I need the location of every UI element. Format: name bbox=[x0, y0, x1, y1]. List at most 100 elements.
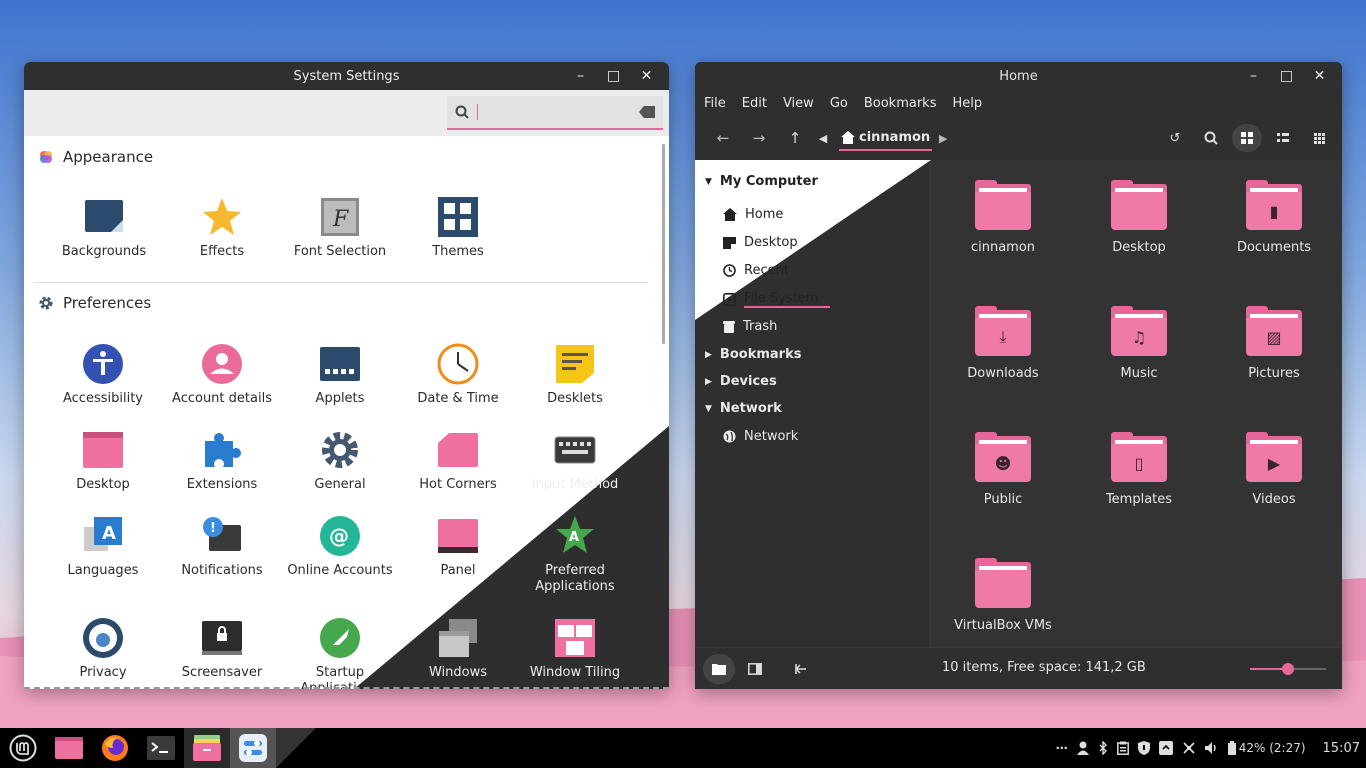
item-preferred-applications[interactable]: A Preferred Applications bbox=[516, 515, 634, 595]
folder-item[interactable]: ♫ Music bbox=[1079, 306, 1199, 381]
update-manager-icon[interactable] bbox=[1158, 741, 1173, 755]
menu-file[interactable]: File bbox=[704, 96, 726, 111]
item-desktop[interactable]: Desktop bbox=[44, 429, 162, 493]
item-applets[interactable]: Applets bbox=[281, 343, 399, 407]
firefox-launcher[interactable] bbox=[92, 728, 138, 768]
search-input[interactable] bbox=[447, 96, 663, 130]
sidebar-item-network[interactable]: Network bbox=[723, 429, 798, 444]
item-desklets[interactable]: Desklets bbox=[516, 343, 634, 407]
maximize-icon[interactable]: □ bbox=[597, 68, 630, 84]
user-icon[interactable] bbox=[1076, 741, 1089, 755]
item-windows[interactable]: Windows bbox=[399, 617, 517, 681]
sidebar-item-recent[interactable]: Recent bbox=[723, 263, 789, 278]
item-privacy[interactable]: Privacy bbox=[44, 617, 162, 681]
clear-search-icon[interactable] bbox=[639, 106, 655, 118]
minimize-icon[interactable]: – bbox=[564, 68, 597, 84]
files-titlebar[interactable]: Home – □ ✕ bbox=[695, 62, 1342, 90]
item-themes[interactable]: Themes bbox=[399, 196, 517, 260]
globe-icon bbox=[723, 430, 736, 443]
item-notifications[interactable]: ! Notifications bbox=[163, 515, 281, 579]
item-general[interactable]: General bbox=[281, 429, 399, 493]
item-panel[interactable]: Panel bbox=[399, 515, 517, 579]
menu-go[interactable]: Go bbox=[830, 96, 848, 111]
sidebar-bookmarks[interactable]: ▶ Bookmarks bbox=[705, 347, 801, 362]
folder-item[interactable]: VirtualBox VMs bbox=[943, 558, 1063, 633]
toggle-location-icon[interactable]: ↺ bbox=[1160, 124, 1190, 152]
item-label: Languages bbox=[67, 563, 139, 578]
minimize-icon[interactable]: – bbox=[1237, 68, 1270, 84]
menu-bookmarks[interactable]: Bookmarks bbox=[864, 96, 937, 111]
item-startup-applications[interactable]: Startup Applications bbox=[281, 617, 399, 689]
item-languages[interactable]: A Languages bbox=[44, 515, 162, 579]
crumb-right-icon[interactable]: ▶ bbox=[932, 132, 954, 145]
settings-titlebar[interactable]: System Settings – □ ✕ bbox=[24, 62, 669, 90]
list-view-icon[interactable] bbox=[1268, 124, 1298, 152]
folder-item[interactable]: ⤓ Downloads bbox=[943, 306, 1063, 381]
battery-indicator[interactable]: 42% (2:27) bbox=[1227, 741, 1306, 755]
item-extensions[interactable]: Extensions bbox=[163, 429, 281, 493]
item-accessibility[interactable]: Accessibility bbox=[44, 343, 162, 407]
item-effects[interactable]: Effects bbox=[163, 196, 281, 260]
menu-help[interactable]: Help bbox=[952, 96, 982, 111]
zoom-slider[interactable] bbox=[1250, 663, 1326, 675]
folder-item[interactable]: Desktop bbox=[1079, 180, 1199, 255]
sidebar-item-desktop[interactable]: Desktop bbox=[723, 235, 798, 250]
hide-sidebar-icon[interactable] bbox=[785, 654, 817, 684]
files-task[interactable] bbox=[184, 728, 230, 768]
folder-item[interactable]: ▨ Pictures bbox=[1214, 306, 1334, 381]
folder-item[interactable]: cinnamon bbox=[943, 180, 1063, 255]
item-date-time[interactable]: Date & Time bbox=[399, 343, 517, 407]
more-icon[interactable]: ⋯ bbox=[1056, 741, 1068, 755]
item-hot-corners[interactable]: Hot Corners bbox=[399, 429, 517, 493]
icon-view-icon[interactable] bbox=[1232, 124, 1262, 152]
settings-task[interactable] bbox=[230, 728, 276, 768]
clipboard-icon[interactable] bbox=[1116, 741, 1129, 755]
item-label: Preferred Applications bbox=[535, 563, 615, 594]
up-arrow-icon[interactable]: ↑ bbox=[777, 129, 813, 147]
item-account-details[interactable]: Account details bbox=[163, 343, 281, 407]
mint-logo-icon bbox=[9, 734, 37, 762]
breadcrumb[interactable]: cinnamon bbox=[839, 126, 933, 151]
settings-scrollbar[interactable] bbox=[662, 144, 665, 344]
folder-item[interactable]: ▶ Videos bbox=[1214, 432, 1334, 507]
close-icon[interactable]: ✕ bbox=[630, 68, 663, 84]
places-panel-icon[interactable] bbox=[703, 653, 735, 684]
sidebar-item-label: Trash bbox=[743, 319, 778, 334]
folder-item[interactable]: ▯ Templates bbox=[1079, 432, 1199, 507]
sidebar-devices[interactable]: ▶ Devices bbox=[705, 374, 777, 389]
sidebar-item-trash[interactable]: Trash bbox=[723, 319, 777, 334]
sidebar-my-computer[interactable]: ▼ My Computer bbox=[705, 174, 818, 189]
item-input-method[interactable]: Input Method bbox=[516, 429, 634, 493]
menu-button[interactable] bbox=[0, 728, 46, 768]
folder-item[interactable]: ☻ Public bbox=[943, 432, 1063, 507]
show-desktop-button[interactable] bbox=[46, 728, 92, 768]
search-icon[interactable] bbox=[1196, 124, 1226, 152]
back-arrow-icon[interactable]: ← bbox=[705, 129, 741, 147]
compact-view-icon[interactable] bbox=[1304, 124, 1334, 152]
file-manager-window: Home – □ ✕ File Edit View Go Bookmarks H… bbox=[695, 62, 1342, 689]
item-label: Online Accounts bbox=[287, 563, 393, 578]
tree-panel-icon[interactable] bbox=[739, 654, 771, 684]
terminal-launcher[interactable] bbox=[138, 728, 184, 768]
sidebar-network[interactable]: ▼ Network bbox=[705, 401, 782, 416]
item-online-accounts[interactable]: @ Online Accounts bbox=[281, 515, 399, 579]
volume-icon[interactable] bbox=[1204, 741, 1219, 755]
sidebar-item-file-system[interactable]: File System bbox=[723, 291, 831, 308]
forward-arrow-icon[interactable]: → bbox=[741, 129, 777, 147]
folder-item[interactable]: ▮ Documents bbox=[1214, 180, 1334, 255]
item-backgrounds[interactable]: Backgrounds bbox=[45, 196, 163, 260]
sidebar-item-home[interactable]: Home bbox=[723, 207, 783, 222]
clock[interactable]: 15:07 bbox=[1323, 741, 1360, 756]
item-screensaver[interactable]: Screensaver bbox=[163, 617, 281, 681]
network-disconnected-icon[interactable] bbox=[1182, 741, 1196, 755]
maximize-icon[interactable]: □ bbox=[1270, 68, 1303, 84]
bluetooth-icon[interactable] bbox=[1098, 741, 1108, 755]
crumb-left-icon[interactable]: ◀ bbox=[813, 132, 833, 145]
item-window-tiling[interactable]: Window Tiling bbox=[516, 617, 634, 681]
menu-view[interactable]: View bbox=[783, 96, 814, 111]
zoom-handle[interactable] bbox=[1282, 663, 1294, 675]
menu-edit[interactable]: Edit bbox=[742, 96, 767, 111]
shield-icon[interactable] bbox=[1137, 741, 1150, 755]
close-icon[interactable]: ✕ bbox=[1303, 68, 1336, 84]
item-font-selection[interactable]: F Font Selection bbox=[281, 196, 399, 260]
